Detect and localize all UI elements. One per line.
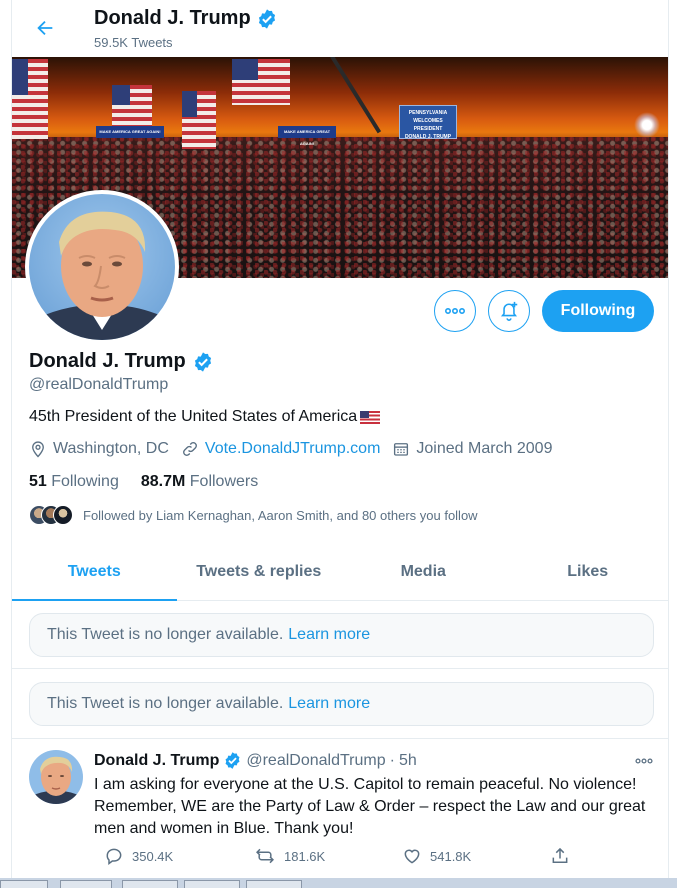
profile-handle: @realDonaldTrump bbox=[29, 376, 169, 393]
tweet-actions: 350.4K 181.6K 541.8K bbox=[94, 846, 574, 868]
following-button[interactable]: Following bbox=[542, 290, 654, 332]
banner-flag bbox=[12, 59, 48, 139]
profile-website: Vote.DonaldJTrump.com bbox=[181, 440, 380, 458]
us-flag-emoji-icon bbox=[360, 410, 381, 424]
tab-tweets[interactable]: Tweets bbox=[12, 543, 177, 601]
banner-side-sign: MAKE AMERICA GREAT AGAIN! bbox=[278, 126, 336, 146]
more-dots-icon bbox=[445, 307, 465, 315]
followers-count-link[interactable]: 88.7M Followers bbox=[141, 473, 258, 491]
banner-crane bbox=[330, 57, 382, 134]
taskbar-button[interactable] bbox=[60, 880, 112, 888]
reply-count: 350.4K bbox=[132, 848, 174, 864]
followed-by-text: Followed by Liam Kernaghan, Aaron Smith,… bbox=[83, 507, 478, 523]
notifications-button[interactable] bbox=[488, 290, 530, 332]
heart-icon bbox=[404, 849, 420, 864]
share-button[interactable] bbox=[550, 846, 570, 866]
taskbar-button[interactable] bbox=[122, 880, 178, 888]
reply-button[interactable]: 350.4K bbox=[104, 846, 173, 866]
header-name: Donald J. Trump bbox=[94, 7, 251, 29]
divider bbox=[12, 668, 668, 669]
arrow-left-icon bbox=[37, 20, 53, 36]
tweet-author-handle[interactable]: @realDonaldTrump bbox=[246, 752, 385, 770]
followers-label: Followers bbox=[189, 473, 259, 490]
joined-text: Joined March 2009 bbox=[416, 440, 553, 457]
tab-media[interactable]: Media bbox=[341, 543, 506, 600]
profile-bio: 45th President of the United States of A… bbox=[29, 408, 381, 426]
tweet-header: Donald J. Trump @realDonaldTrump · 5h bbox=[94, 751, 417, 770]
location-pin-icon bbox=[32, 441, 44, 458]
divider bbox=[12, 738, 668, 739]
avatar-portrait bbox=[29, 750, 83, 804]
banner-side-sign: MAKE AMERICA GREAT AGAIN! bbox=[96, 126, 164, 138]
tweet-timestamp[interactable]: 5h bbox=[399, 752, 417, 770]
follow-stats: 51 Following 88.7M Followers bbox=[29, 473, 258, 491]
unavailable-text: This Tweet is no longer available. bbox=[47, 626, 284, 643]
banner-stage-light bbox=[634, 112, 660, 138]
more-options-button[interactable] bbox=[434, 290, 476, 332]
location-text: Washington, DC bbox=[53, 440, 169, 457]
following-count: 51 bbox=[29, 473, 47, 490]
os-taskbar bbox=[0, 878, 677, 888]
profile-header: Donald J. Trump 59.5K Tweets bbox=[12, 0, 668, 56]
share-icon bbox=[552, 847, 568, 863]
profile-location: Washington, DC bbox=[29, 440, 169, 458]
followers-count: 88.7M bbox=[140, 473, 186, 490]
retweet-button[interactable]: 181.6K bbox=[254, 846, 325, 866]
tab-tweets-and-replies[interactable]: Tweets & replies bbox=[177, 543, 342, 600]
tab-likes[interactable]: Likes bbox=[506, 543, 669, 600]
banner-flag bbox=[182, 91, 216, 149]
tweet-more-button[interactable] bbox=[632, 752, 656, 770]
learn-more-link[interactable]: Learn more bbox=[288, 626, 370, 644]
following-label: Following bbox=[51, 473, 119, 490]
like-button[interactable]: 541.8K bbox=[402, 846, 471, 866]
more-dots-icon bbox=[635, 758, 653, 764]
profile-meta: Washington, DC Vote.DonaldJTrump.com Joi… bbox=[29, 440, 564, 458]
taskbar-button[interactable] bbox=[184, 880, 240, 888]
back-button[interactable] bbox=[30, 13, 60, 43]
unavailable-tweet-notice: This Tweet is no longer available. Learn… bbox=[29, 682, 654, 726]
avatar bbox=[53, 505, 73, 525]
verified-badge-icon bbox=[225, 752, 240, 769]
taskbar-button[interactable] bbox=[246, 880, 302, 888]
learn-more-link[interactable]: Learn more bbox=[288, 695, 370, 713]
verified-badge-icon bbox=[258, 8, 275, 29]
reply-icon bbox=[106, 848, 122, 865]
tweet-author-name[interactable]: Donald J. Trump bbox=[94, 752, 219, 770]
unavailable-text: This Tweet is no longer available. bbox=[47, 695, 284, 712]
banner-flag bbox=[112, 85, 152, 129]
taskbar-button[interactable] bbox=[0, 880, 48, 888]
bell-plus-icon bbox=[500, 301, 518, 321]
calendar-icon bbox=[394, 443, 409, 456]
verified-badge-icon bbox=[194, 351, 211, 372]
header-title: Donald J. Trump bbox=[94, 7, 278, 30]
tweet-text: I am asking for everyone at the U.S. Cap… bbox=[94, 774, 659, 840]
tweet-text-line: Remember, WE are the Party of Law & Orde… bbox=[94, 798, 646, 815]
followed-by-avatars bbox=[29, 505, 75, 525]
tweet-text-line: men and women in Blue. Thank you! bbox=[94, 820, 354, 837]
banner-stage-sign: PENNSYLVANIA WELCOMES PRESIDENT DONALD J… bbox=[399, 105, 457, 140]
header-tweet-count: 59.5K Tweets bbox=[94, 35, 173, 50]
profile-tabs: Tweets Tweets & replies Media Likes bbox=[12, 543, 669, 601]
website-link[interactable]: Vote.DonaldJTrump.com bbox=[205, 440, 380, 458]
banner-flag bbox=[232, 59, 290, 105]
profile-page: Donald J. Trump 59.5K Tweets MAKE AMERIC… bbox=[11, 0, 669, 878]
profile-bio-text: 45th President of the United States of A… bbox=[29, 408, 358, 425]
retweet-icon bbox=[256, 848, 274, 864]
avatar-portrait bbox=[29, 194, 175, 340]
tweet-text-line: I am asking for everyone at the U.S. Cap… bbox=[94, 776, 637, 793]
unavailable-tweet-notice: This Tweet is no longer available. Learn… bbox=[29, 613, 654, 657]
link-icon bbox=[182, 442, 197, 456]
profile-name: Donald J. Trump bbox=[29, 350, 186, 372]
following-count-link[interactable]: 51 Following bbox=[29, 473, 119, 491]
profile-joined: Joined March 2009 bbox=[392, 440, 552, 458]
followed-by-row[interactable]: Followed by Liam Kernaghan, Aaron Smith,… bbox=[29, 505, 478, 525]
profile-name-row: Donald J. Trump bbox=[29, 350, 214, 373]
tweet-separator: · bbox=[389, 751, 395, 769]
profile-avatar[interactable] bbox=[25, 190, 179, 344]
tweet-author-avatar[interactable] bbox=[29, 750, 83, 804]
like-count: 541.8K bbox=[430, 848, 472, 864]
retweet-count: 181.6K bbox=[284, 848, 326, 864]
